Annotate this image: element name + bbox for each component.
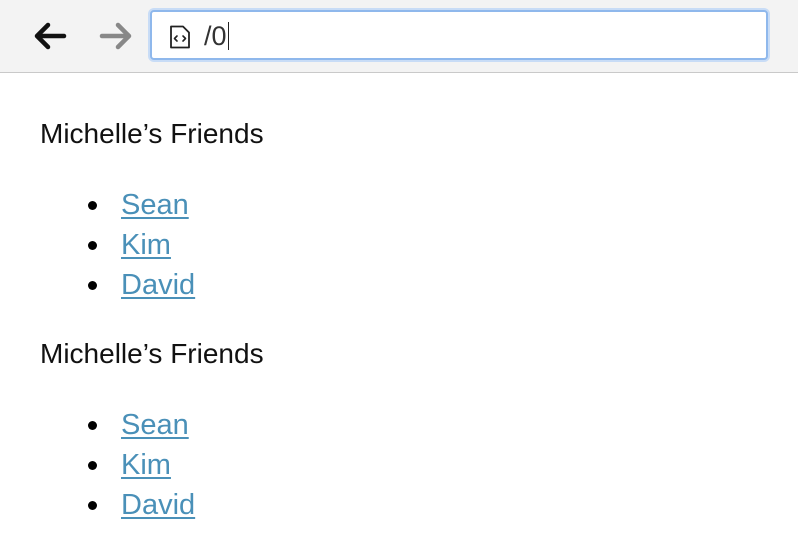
friends-section-1: Michelle’s Friends Sean Kim David (40, 117, 780, 307)
arrow-left-icon (34, 22, 67, 50)
friend-list: Sean Kim David (40, 187, 780, 307)
forward-button[interactable] (98, 18, 138, 54)
bullet-icon (88, 421, 97, 430)
section-title: Michelle’s Friends (40, 118, 264, 149)
browser-toolbar: /0 (0, 0, 798, 73)
list-item: Kim (40, 227, 780, 267)
friend-link-david[interactable]: David (121, 267, 195, 303)
friend-link-kim[interactable]: Kim (121, 447, 171, 483)
list-item: Sean (40, 187, 780, 227)
bullet-icon (88, 501, 97, 510)
url-text[interactable]: /0 (204, 20, 229, 52)
list-item: David (40, 487, 780, 527)
bullet-icon (88, 281, 97, 290)
back-button[interactable] (30, 18, 70, 54)
friends-section-2: Michelle’s Friends Sean Kim David (40, 337, 780, 527)
section-title: Michelle’s Friends (40, 338, 264, 369)
arrow-right-icon (99, 22, 132, 50)
bullet-icon (88, 241, 97, 250)
friend-link-kim[interactable]: Kim (121, 227, 171, 263)
friend-link-david[interactable]: David (121, 487, 195, 523)
bullet-icon (88, 201, 97, 210)
friend-link-sean[interactable]: Sean (121, 407, 189, 443)
url-value: /0 (204, 21, 227, 51)
source-file-icon (170, 25, 190, 49)
list-item: David (40, 267, 780, 307)
friend-link-sean[interactable]: Sean (121, 187, 189, 223)
address-bar[interactable]: /0 (150, 10, 768, 60)
list-item: Sean (40, 407, 780, 447)
text-caret (227, 22, 229, 50)
list-item: Kim (40, 447, 780, 487)
bullet-icon (88, 461, 97, 470)
friend-list: Sean Kim David (40, 407, 780, 527)
page-content: Michelle’s Friends Sean Kim David Michel… (40, 73, 780, 521)
